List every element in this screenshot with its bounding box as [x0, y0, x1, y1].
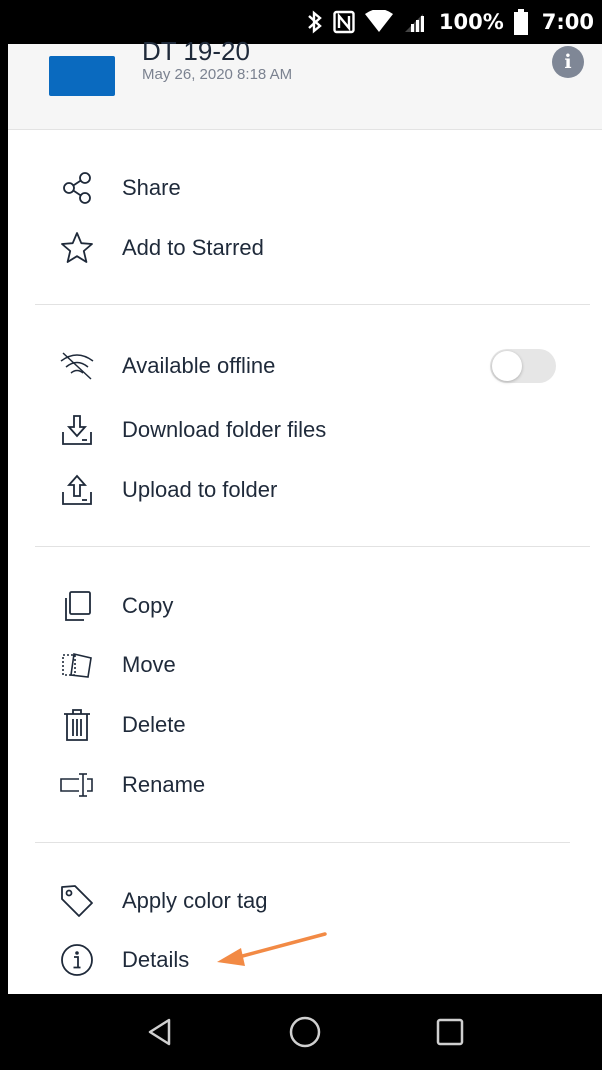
- folder-thumbnail: [49, 56, 115, 96]
- battery-icon: [513, 9, 528, 35]
- home-icon[interactable]: [285, 1012, 325, 1052]
- folder-header: DT 19-20 May 26, 2020 8:18 AM i: [8, 38, 602, 130]
- offline-toggle[interactable]: [490, 349, 556, 383]
- color-tag-label: Apply color tag: [122, 888, 268, 913]
- download-icon: [58, 411, 96, 449]
- wifi-icon: [364, 10, 393, 34]
- trash-icon: [58, 706, 96, 744]
- divider: [35, 842, 570, 843]
- menu-item-add-to-starred[interactable]: Add to Starred: [8, 220, 602, 276]
- offline-label: Available offline: [122, 353, 276, 378]
- folder-date: May 26, 2020 8:18 AM: [142, 66, 293, 83]
- move-label: Move: [122, 652, 176, 677]
- recents-icon[interactable]: [430, 1012, 470, 1052]
- annotation-arrow-icon: [217, 932, 327, 966]
- star-icon: [58, 229, 96, 267]
- toggle-knob: [492, 351, 522, 381]
- menu-item-download-folder-files[interactable]: Download folder files: [8, 402, 602, 458]
- status-bar: 100% 7:00: [8, 0, 602, 44]
- menu-item-move[interactable]: Move: [8, 637, 602, 693]
- menu-item-apply-color-tag[interactable]: Apply color tag: [8, 873, 602, 929]
- copy-label: Copy: [122, 593, 174, 618]
- divider: [35, 546, 590, 547]
- bluetooth-icon: [307, 10, 323, 34]
- rename-icon: [58, 766, 96, 804]
- menu-item-upload-to-folder[interactable]: Upload to folder: [8, 462, 602, 518]
- move-icon: [58, 646, 96, 684]
- divider: [35, 304, 590, 305]
- folder-name: DT 19-20: [142, 36, 250, 66]
- download-label: Download folder files: [122, 417, 327, 442]
- rename-label: Rename: [122, 772, 206, 797]
- clock: 7:00: [541, 10, 594, 34]
- battery-percent: 100%: [438, 10, 504, 34]
- wifi-off-icon: [58, 347, 96, 385]
- signal-icon: [403, 10, 425, 34]
- starred-label: Add to Starred: [122, 235, 264, 260]
- share-icon: [58, 169, 96, 207]
- nfc-icon: [333, 10, 355, 34]
- screen: 100% 7:00 DT 19-20 May 26, 2020 8:18 AM …: [8, 0, 602, 1070]
- share-label: Share: [122, 175, 181, 200]
- details-info-icon: [58, 941, 96, 979]
- details-label: Details: [122, 947, 190, 972]
- tag-icon: [58, 882, 96, 920]
- menu-item-delete[interactable]: Delete: [8, 697, 602, 753]
- menu-item-available-offline[interactable]: Available offline: [8, 338, 602, 394]
- menu-item-share[interactable]: Share: [8, 160, 602, 216]
- navigation-bar: [8, 994, 602, 1070]
- upload-label: Upload to folder: [122, 477, 278, 502]
- delete-label: Delete: [122, 712, 186, 737]
- info-icon[interactable]: i: [552, 46, 584, 78]
- copy-icon: [58, 587, 96, 625]
- menu-item-copy[interactable]: Copy: [8, 578, 602, 634]
- upload-icon: [58, 471, 96, 509]
- menu-item-rename[interactable]: Rename: [8, 757, 602, 813]
- back-icon[interactable]: [140, 1012, 180, 1052]
